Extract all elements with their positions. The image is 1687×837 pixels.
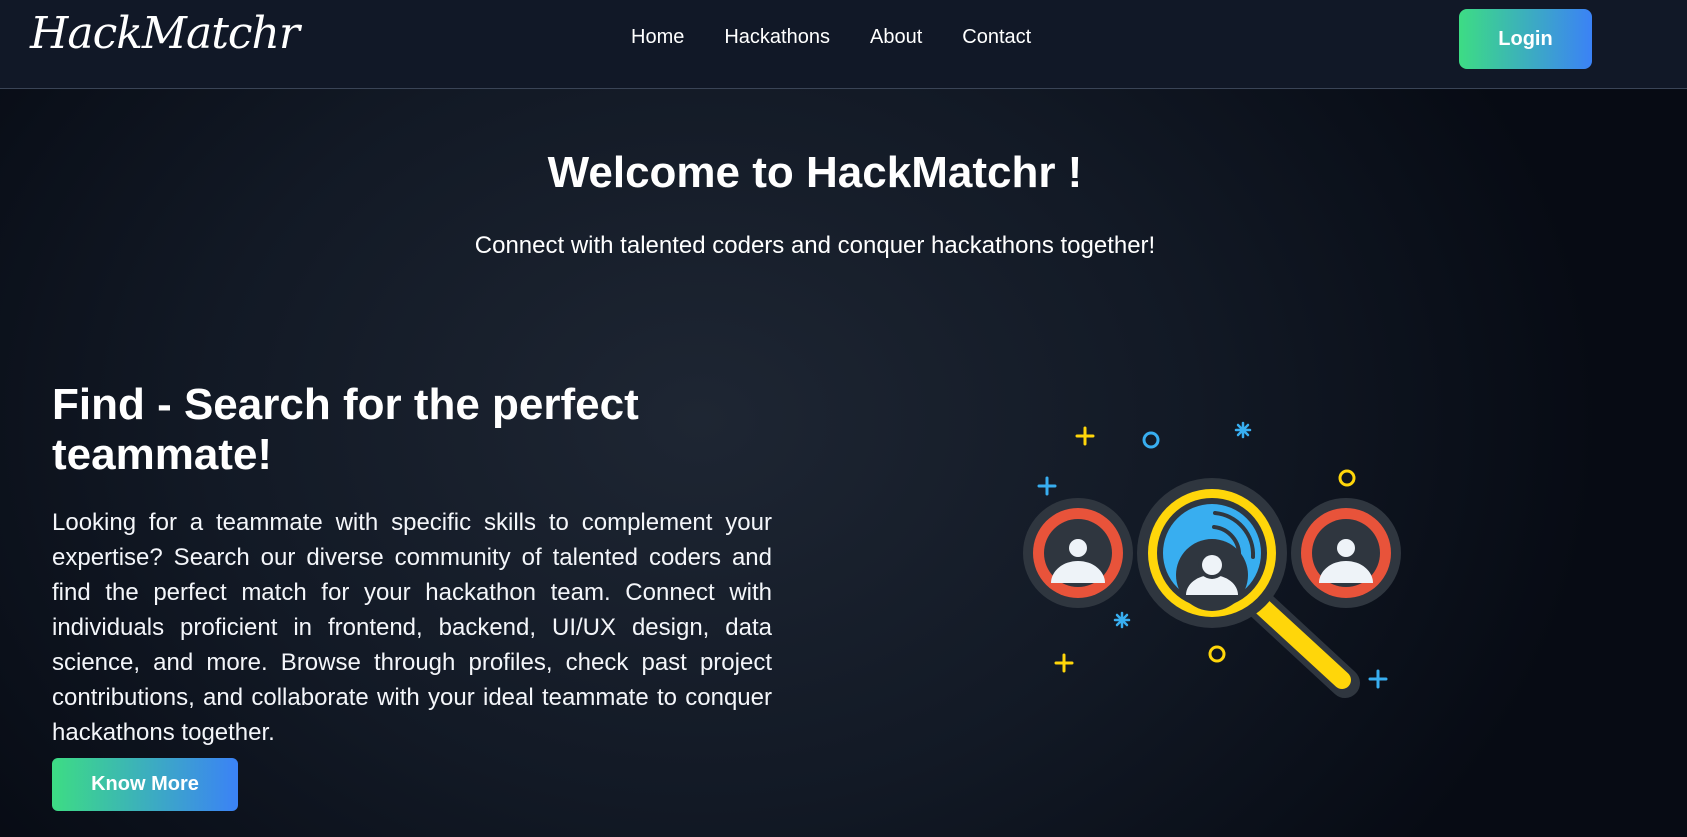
magnifier-lens-icon: [1137, 478, 1287, 628]
nav-link-hackathons[interactable]: Hackathons: [724, 26, 830, 49]
hero-title: Welcome to HackMatchr !: [547, 148, 1083, 197]
know-more-button[interactable]: Know More: [52, 758, 238, 811]
nav-links: Home Hackathons About Contact: [631, 26, 1031, 49]
nav-link-home[interactable]: Home: [631, 26, 684, 49]
search-people-illustration: [1023, 421, 1401, 698]
left-avatar-icon: [1023, 498, 1133, 608]
nav-link-about[interactable]: About: [870, 26, 922, 49]
logo[interactable]: HackMatchr: [30, 8, 300, 59]
nav-link-contact[interactable]: Contact: [962, 26, 1031, 49]
magnifier-handle-icon: [1237, 582, 1360, 698]
feature-description: Looking for a teammate with specific ski…: [52, 509, 772, 746]
feature-title: Find - Search for the perfect teammate!: [52, 380, 639, 479]
navbar: HackMatchr Home Hackathons About Contact…: [0, 0, 1687, 89]
right-avatar-icon: [1291, 498, 1401, 608]
login-button[interactable]: Login: [1459, 9, 1592, 69]
hero-subtitle: Connect with talented coders and conquer…: [474, 232, 1156, 259]
